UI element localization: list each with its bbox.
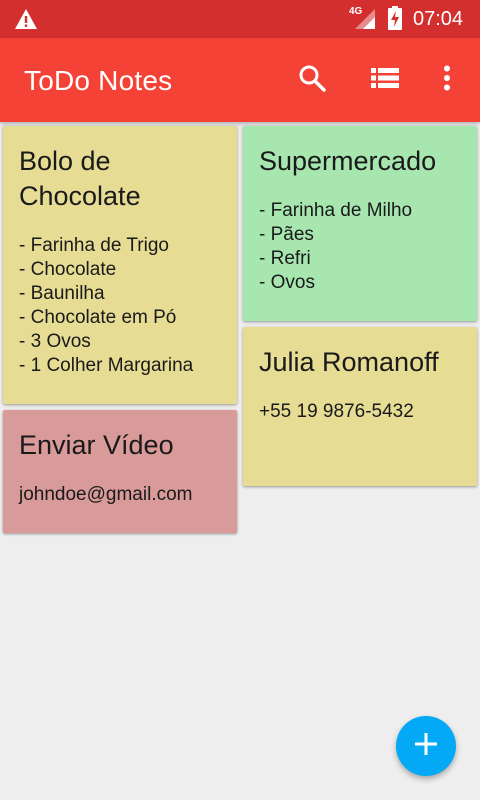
battery-icon — [388, 6, 402, 35]
note-line: - Pães — [259, 224, 314, 245]
list-view-icon — [371, 66, 399, 95]
search-button[interactable] — [294, 62, 330, 98]
note-body: johndoe@gmail.com — [19, 483, 221, 507]
note-title: Bolo de Chocolate — [19, 146, 141, 211]
note-line: - 1 Colher Margarina — [19, 355, 194, 376]
note-body: - Farinha de Milho - Pães - Refri - Ovos — [259, 199, 461, 295]
app-title: ToDo Notes — [24, 65, 173, 96]
search-icon — [298, 64, 326, 97]
status-time: 07:04 — [413, 8, 464, 30]
note-card[interactable]: Supermercado - Farinha de Milho - Pães -… — [243, 126, 477, 321]
note-title: Enviar Vídeo — [19, 430, 174, 460]
note-line: johndoe@gmail.com — [19, 484, 193, 505]
status-bar: 4G 07:04 — [0, 0, 480, 38]
note-card[interactable]: Bolo de Chocolate - Farinha de Trigo - C… — [3, 126, 237, 404]
note-line: - Chocolate — [19, 259, 117, 280]
note-title: Supermercado — [259, 146, 437, 176]
note-line: +55 19 9876-5432 — [259, 401, 414, 422]
note-line: - Baunilha — [19, 283, 105, 304]
note-line: - Farinha de Milho — [259, 200, 413, 221]
app-bar: ToDo Notes — [0, 38, 480, 122]
warning-icon — [14, 8, 38, 35]
more-vert-icon — [443, 65, 451, 96]
signal-icon — [354, 8, 376, 35]
note-line: - Chocolate em Pó — [19, 307, 177, 328]
note-card[interactable]: Enviar Vídeo johndoe@gmail.com — [3, 410, 237, 533]
note-line: - Refri — [259, 248, 311, 269]
note-body: - Farinha de Trigo - Chocolate - Baunilh… — [19, 234, 221, 378]
add-note-button[interactable] — [396, 716, 456, 776]
note-title: Julia Romanoff — [259, 347, 439, 377]
note-card[interactable]: Julia Romanoff +55 19 9876-5432 — [243, 327, 477, 486]
list-view-button[interactable] — [367, 62, 403, 98]
note-line: - Ovos — [259, 272, 315, 293]
note-line: - Farinha de Trigo — [19, 235, 169, 256]
more-options-button[interactable] — [429, 62, 465, 98]
note-body: +55 19 9876-5432 — [259, 400, 461, 424]
add-icon — [414, 732, 438, 761]
note-line: - 3 Ovos — [19, 331, 91, 352]
